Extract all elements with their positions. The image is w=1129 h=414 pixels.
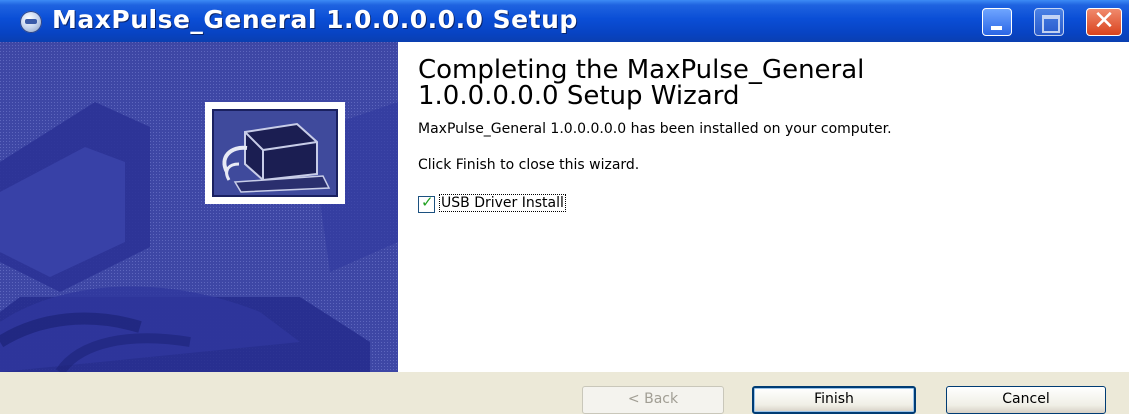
finish-instruction-text: Click Finish to close this wizard.: [418, 157, 640, 173]
setup-window: MaxPulse_General 1.0.0.0.0.0 Setup ✕ Com…: [0, 0, 1129, 414]
wizard-side-banner: [0, 42, 398, 372]
close-button[interactable]: ✕: [1086, 6, 1122, 36]
button-bar: < Back Finish Cancel: [0, 372, 1129, 414]
checkmark-icon: ✓: [421, 193, 434, 211]
close-icon: ✕: [1093, 6, 1115, 36]
heading-line-2: 1.0.0.0.0.0 Setup Wizard: [418, 81, 740, 111]
page-heading: Completing the MaxPulse_General 1.0.0.0.…: [418, 57, 864, 109]
cancel-button[interactable]: Cancel: [946, 386, 1106, 414]
usb-driver-label[interactable]: USB Driver Install: [439, 194, 566, 212]
installer-computer-icon: [209, 106, 341, 200]
maximize-button[interactable]: [1034, 8, 1064, 36]
install-complete-text: MaxPulse_General 1.0.0.0.0.0 has been in…: [418, 121, 892, 137]
minimize-button[interactable]: [982, 8, 1012, 36]
installer-logo: [205, 102, 345, 204]
heading-line-1: Completing the MaxPulse_General: [418, 55, 865, 85]
wizard-content: Completing the MaxPulse_General 1.0.0.0.…: [398, 42, 1129, 372]
banner-graphic: [0, 42, 398, 372]
title-bar[interactable]: MaxPulse_General 1.0.0.0.0.0 Setup ✕: [0, 0, 1129, 42]
usb-driver-checkbox[interactable]: ✓: [418, 193, 435, 213]
setup-globe-icon: [20, 11, 42, 33]
back-button[interactable]: < Back: [582, 386, 724, 414]
finish-button[interactable]: Finish: [752, 386, 916, 414]
window-title: MaxPulse_General 1.0.0.0.0.0 Setup: [52, 5, 578, 34]
